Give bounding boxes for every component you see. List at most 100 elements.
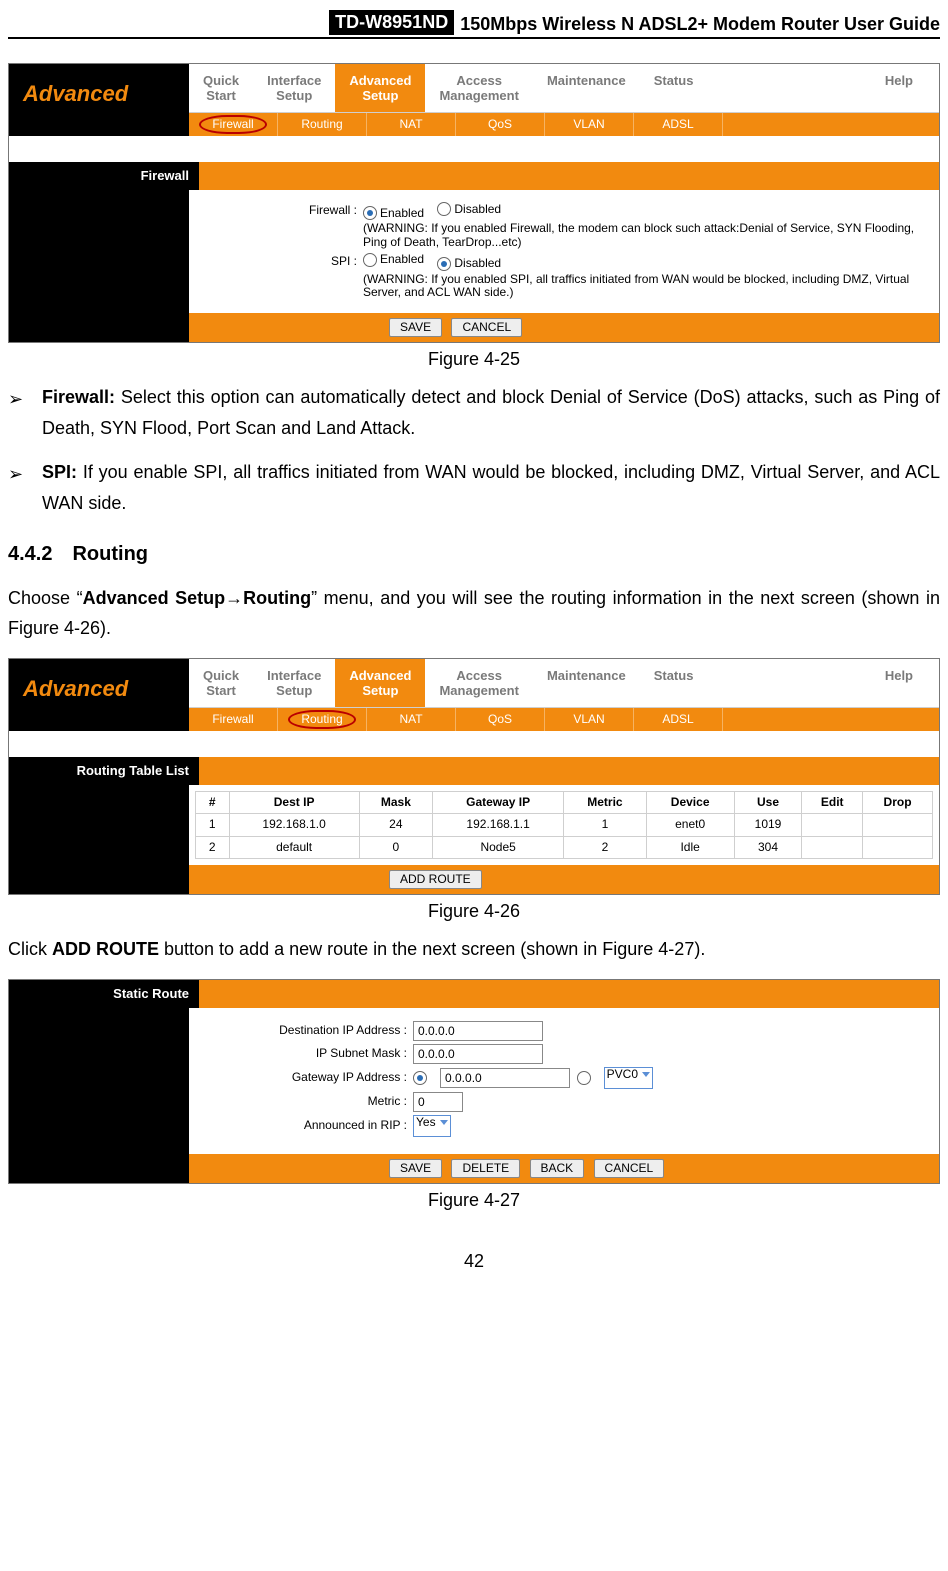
rt-r1-c8 xyxy=(863,836,933,858)
gateway-pvc-select[interactable]: PVC0 xyxy=(604,1067,653,1089)
spi-enabled-text: Enabled xyxy=(380,253,424,266)
rt-r1-c5: Idle xyxy=(646,836,734,858)
spi-disabled-radio[interactable]: Disabled xyxy=(437,257,501,271)
subtab-vlan[interactable]: VLAN xyxy=(545,708,634,731)
routing-intro-bold: Advanced Setup→Routing xyxy=(83,588,312,608)
tab-status[interactable]: Status xyxy=(640,659,708,707)
rt-r1-c3: Node5 xyxy=(433,836,564,858)
firewall-warning: (WARNING: If you enabled Firewall, the m… xyxy=(363,222,931,248)
left-black-panel xyxy=(9,865,189,894)
firewall-disabled-radio[interactable]: Disabled xyxy=(437,202,501,216)
radio-dot-off-icon xyxy=(437,202,451,216)
left-black-panel xyxy=(9,190,189,313)
rt-h-6: Use xyxy=(734,792,802,814)
top-tabs: Quick Start Interface Setup Advanced Set… xyxy=(189,659,939,708)
cancel-button[interactable]: CANCEL xyxy=(451,318,522,337)
rt-h-0: # xyxy=(196,792,230,814)
sub-tabs-fig25: Firewall Routing NAT QoS VLAN ADSL xyxy=(189,113,939,136)
back-button[interactable]: BACK xyxy=(530,1159,585,1178)
spi-enabled-radio[interactable]: Enabled xyxy=(363,253,424,267)
routing-table: # Dest IP Mask Gateway IP Metric Device … xyxy=(195,791,933,859)
rip-label: Announced in RIP : xyxy=(197,1119,413,1132)
subtab-fill xyxy=(723,113,939,136)
rt-r0-c7 xyxy=(802,814,863,836)
rt-h-2: Mask xyxy=(359,792,432,814)
tab-access-management[interactable]: Access Management xyxy=(425,64,532,112)
rt-r1-c6: 304 xyxy=(734,836,802,858)
subtab-nat[interactable]: NAT xyxy=(367,113,456,136)
subtab-qos[interactable]: QoS xyxy=(456,113,545,136)
rt-r1-c4: 2 xyxy=(564,836,646,858)
gap-row xyxy=(9,731,939,757)
rt-r1-c2: 0 xyxy=(359,836,432,858)
tab-advanced-setup[interactable]: Advanced Setup xyxy=(335,64,425,112)
spi-warning: (WARNING: If you enabled SPI, all traffi… xyxy=(363,273,931,299)
subtab-adsl[interactable]: ADSL xyxy=(634,708,723,731)
mask-label: IP Subnet Mask : xyxy=(197,1047,413,1060)
subtab-nat[interactable]: NAT xyxy=(367,708,456,731)
sub-tabs-fig26: Firewall Routing NAT QoS VLAN ADSL xyxy=(189,708,939,731)
subtab-adsl[interactable]: ADSL xyxy=(634,113,723,136)
click-addroute-post: button to add a new route in the next sc… xyxy=(159,939,705,959)
gateway-pvc-radio[interactable] xyxy=(577,1071,594,1085)
rt-h-1: Dest IP xyxy=(229,792,359,814)
delete-button[interactable]: DELETE xyxy=(451,1159,520,1178)
doc-title: 150Mbps Wireless N ADSL2+ Modem Router U… xyxy=(460,14,940,35)
subtab-firewall[interactable]: Firewall xyxy=(189,708,278,731)
tab-advanced-setup[interactable]: Advanced Setup xyxy=(335,659,425,707)
subtab-routing[interactable]: Routing xyxy=(278,113,367,136)
spi-disabled-text: Disabled xyxy=(454,257,501,270)
page-number: 42 xyxy=(8,1251,940,1272)
section-band xyxy=(199,757,939,785)
chevron-down-icon xyxy=(440,1120,448,1125)
subtab-firewall[interactable]: Firewall xyxy=(189,113,278,136)
routing-intro-pre: Choose “ xyxy=(8,588,83,608)
tab-help[interactable]: Help xyxy=(871,64,939,112)
click-addroute-pre: Click xyxy=(8,939,52,959)
gateway-ip-radio[interactable] xyxy=(413,1071,430,1085)
rt-r0-c5: enet0 xyxy=(646,814,734,836)
metric-label: Metric : xyxy=(197,1095,413,1108)
mask-input[interactable] xyxy=(413,1044,543,1064)
screenshot-fig-4-26: Advanced Quick Start Interface Setup Adv… xyxy=(8,658,940,895)
rt-h-4: Metric xyxy=(564,792,646,814)
add-route-button[interactable]: ADD ROUTE xyxy=(389,870,482,889)
caption-fig-4-25: Figure 4-25 xyxy=(8,349,940,370)
metric-input[interactable] xyxy=(413,1092,463,1112)
tab-status[interactable]: Status xyxy=(640,64,708,112)
brand-label: Advanced xyxy=(9,64,128,106)
gateway-ip-input[interactable] xyxy=(440,1068,570,1088)
radio-dot-off-icon xyxy=(363,253,377,267)
tab-quick-start[interactable]: Quick Start xyxy=(189,659,253,707)
radio-dot-on-icon xyxy=(437,257,451,271)
bullet-spi-text: If you enable SPI, all traffics initiate… xyxy=(42,462,940,513)
bullet-spi: ➢ SPI: If you enable SPI, all traffics i… xyxy=(8,457,940,518)
rt-h-8: Drop xyxy=(863,792,933,814)
tab-access-management[interactable]: Access Management xyxy=(425,659,532,707)
left-black-panel xyxy=(9,785,189,865)
left-black-panel xyxy=(9,1008,189,1154)
tab-interface-setup[interactable]: Interface Setup xyxy=(253,64,335,112)
subtab-vlan[interactable]: VLAN xyxy=(545,113,634,136)
left-black-panel xyxy=(9,1154,189,1183)
rip-select[interactable]: Yes xyxy=(413,1115,451,1137)
save-button[interactable]: SAVE xyxy=(389,318,442,337)
cancel-button[interactable]: CANCEL xyxy=(594,1159,665,1178)
section-label-static-route: Static Route xyxy=(9,980,199,1008)
tab-maintenance[interactable]: Maintenance xyxy=(533,64,640,112)
dest-ip-input[interactable] xyxy=(413,1021,543,1041)
tab-maintenance[interactable]: Maintenance xyxy=(533,659,640,707)
tab-interface-setup[interactable]: Interface Setup xyxy=(253,659,335,707)
firewall-enabled-radio[interactable]: Enabled xyxy=(363,206,424,220)
section-band xyxy=(199,162,939,190)
tab-quick-start[interactable]: Quick Start xyxy=(189,64,253,112)
subtab-qos[interactable]: QoS xyxy=(456,708,545,731)
firewall-disabled-text: Disabled xyxy=(454,203,501,216)
save-button[interactable]: SAVE xyxy=(389,1159,442,1178)
firewall-label: Firewall : xyxy=(197,202,363,217)
rt-r0-c2: 24 xyxy=(359,814,432,836)
radio-dot-off-icon xyxy=(577,1071,591,1085)
subtab-routing[interactable]: Routing xyxy=(278,708,367,731)
section-label-firewall: Firewall xyxy=(9,162,199,190)
tab-help[interactable]: Help xyxy=(871,659,939,707)
